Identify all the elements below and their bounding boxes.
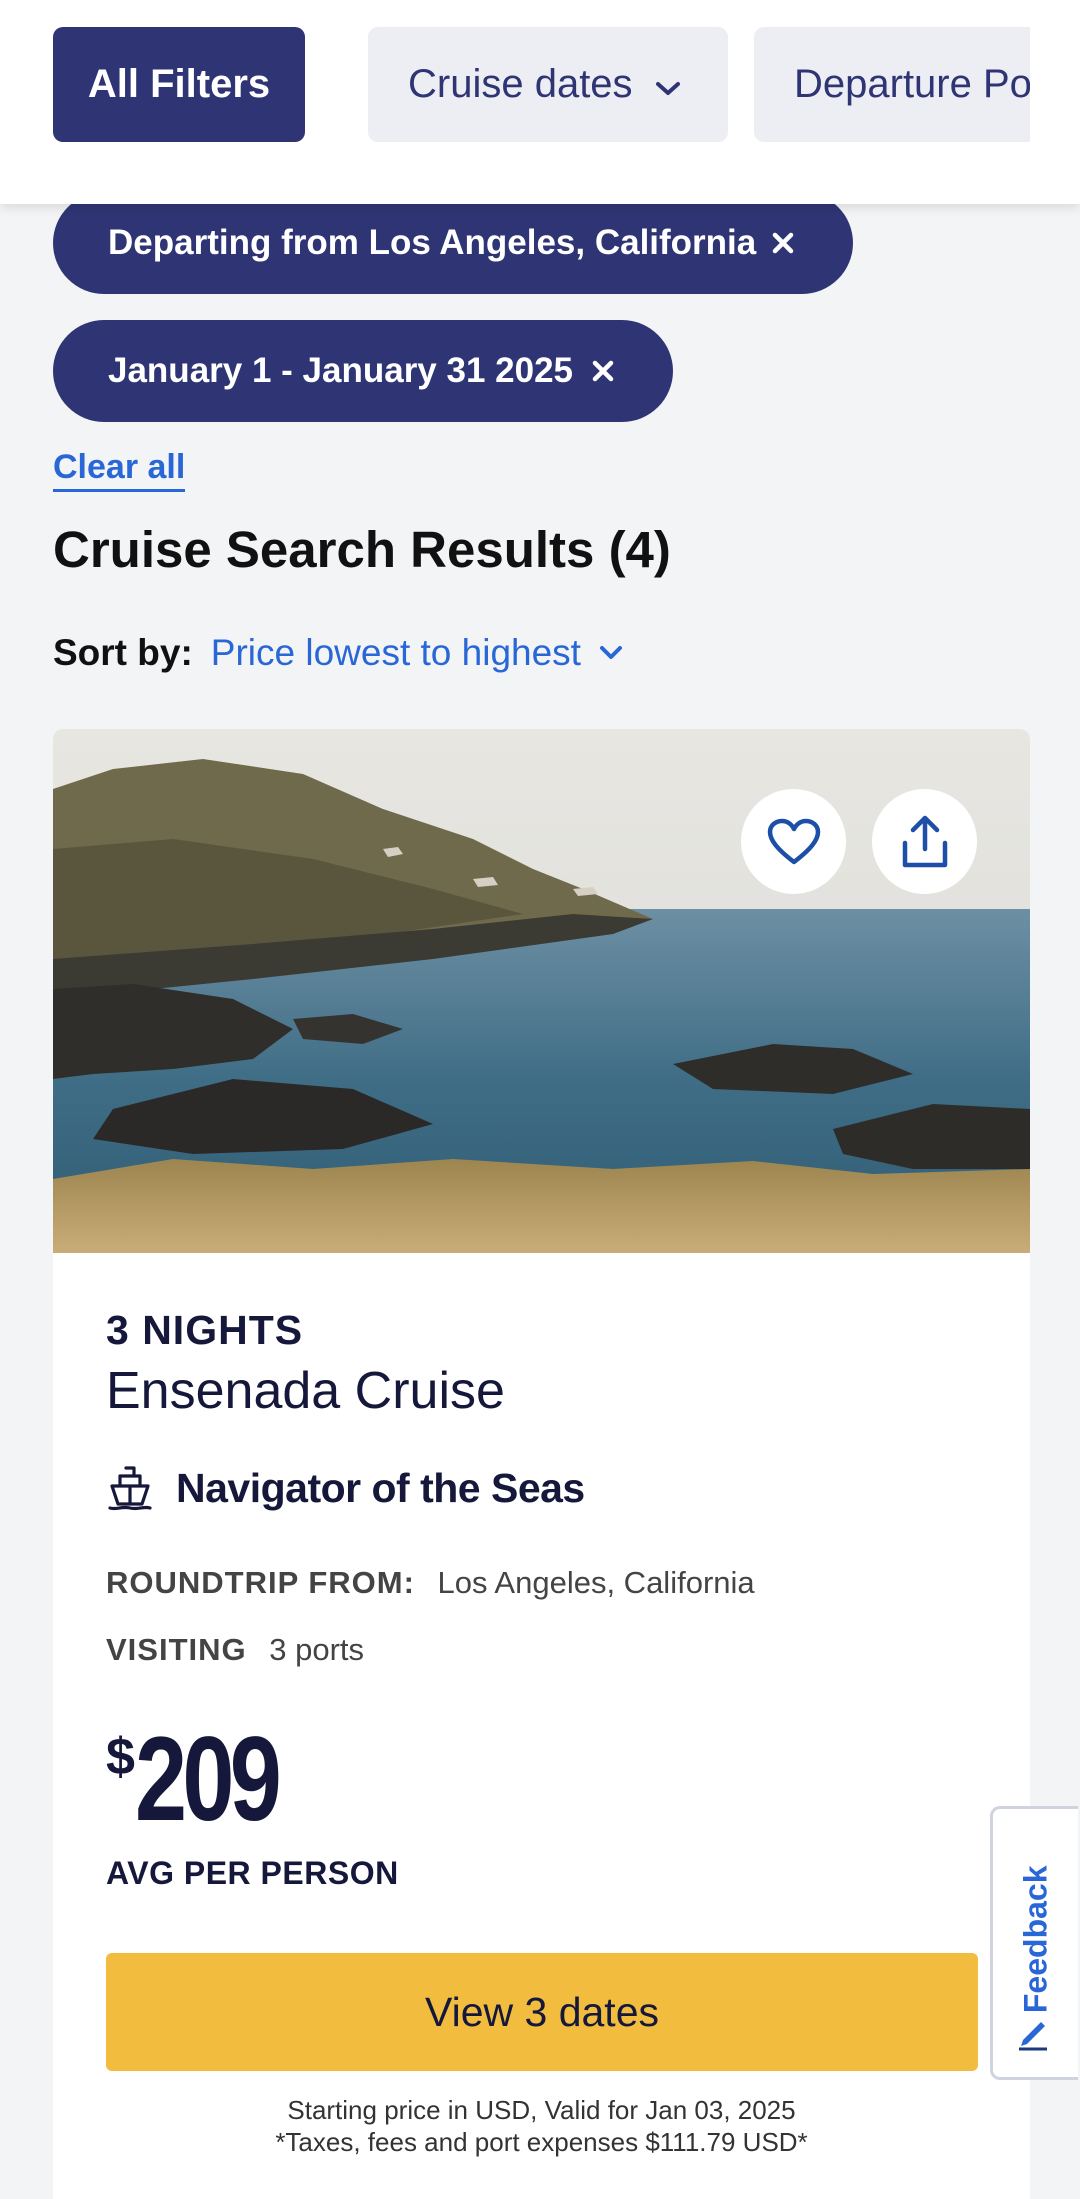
cruise-name[interactable]: Ensenada Cruise bbox=[106, 1361, 505, 1421]
feedback-tab[interactable]: Feedback bbox=[990, 1806, 1078, 2080]
close-icon[interactable] bbox=[583, 351, 623, 391]
filter-bar-edge bbox=[1030, 0, 1080, 204]
sort-dropdown[interactable]: Price lowest to highest bbox=[211, 632, 623, 674]
price-note: AVG PER PERSON bbox=[106, 1855, 399, 1891]
roundtrip-label: ROUNDTRIP FROM: bbox=[106, 1565, 415, 1600]
visiting-label: VISITING bbox=[106, 1632, 247, 1667]
roundtrip-row: ROUNDTRIP FROM: Los Angeles, California bbox=[106, 1565, 755, 1601]
fine-print-taxes: *Taxes, fees and port expenses $111.79 U… bbox=[275, 2127, 808, 2157]
cruise-dates-label: Cruise dates bbox=[408, 62, 633, 106]
price-currency: $ bbox=[106, 1728, 135, 1786]
cruise-hero-image[interactable] bbox=[53, 729, 1030, 1253]
price: $ 209 bbox=[106, 1719, 317, 1839]
share-icon bbox=[896, 813, 954, 871]
sort-label: Sort by: bbox=[53, 632, 193, 673]
sort-control: Sort by: Price lowest to highest bbox=[53, 632, 623, 674]
filter-chip-dates[interactable]: January 1 - January 31 2025 bbox=[53, 320, 673, 422]
view-dates-button[interactable]: View 3 dates bbox=[106, 1953, 978, 2071]
visiting-value: 3 ports bbox=[269, 1632, 365, 1667]
clear-all-link[interactable]: Clear all bbox=[53, 448, 186, 492]
chevron-down-icon bbox=[655, 62, 681, 107]
filter-chip-label: January 1 - January 31 2025 bbox=[108, 351, 574, 390]
filter-chip-label: Departing from Los Angeles, California bbox=[108, 223, 757, 262]
feedback-label: Feedback bbox=[1017, 1865, 1053, 2014]
all-filters-label: All Filters bbox=[87, 62, 271, 106]
ship-info: Navigator of the Seas bbox=[106, 1464, 585, 1512]
departure-port-label: Departure Po bbox=[794, 62, 1032, 106]
heart-icon bbox=[767, 818, 821, 866]
share-button[interactable] bbox=[872, 789, 977, 894]
favorite-button[interactable] bbox=[741, 789, 846, 894]
chevron-down-icon bbox=[599, 645, 623, 661]
results-title: Cruise Search Results (4) bbox=[53, 521, 671, 578]
ship-name: Navigator of the Seas bbox=[176, 1464, 585, 1511]
pencil-icon bbox=[1015, 2016, 1051, 2057]
sort-value: Price lowest to highest bbox=[210, 632, 581, 673]
fine-print-validity: Starting price in USD, Valid for Jan 03,… bbox=[287, 2095, 796, 2125]
roundtrip-value: Los Angeles, California bbox=[437, 1565, 755, 1600]
ship-icon bbox=[106, 1464, 154, 1512]
close-icon[interactable] bbox=[763, 223, 803, 263]
filter-chip-departure[interactable]: Departing from Los Angeles, California bbox=[53, 192, 853, 294]
filter-bar: All Filters Cruise dates Departure Po bbox=[0, 0, 1080, 204]
cruise-dates-dropdown[interactable]: Cruise dates bbox=[368, 27, 728, 142]
price-amount: 209 bbox=[134, 1712, 282, 1846]
cruise-card: 3 NIGHTS Ensenada Cruise Navigator of th… bbox=[53, 729, 1030, 2199]
all-filters-button[interactable]: All Filters bbox=[53, 27, 305, 142]
visiting-row: VISITING 3 ports bbox=[106, 1632, 364, 1668]
cruise-nights: 3 NIGHTS bbox=[106, 1307, 304, 1353]
